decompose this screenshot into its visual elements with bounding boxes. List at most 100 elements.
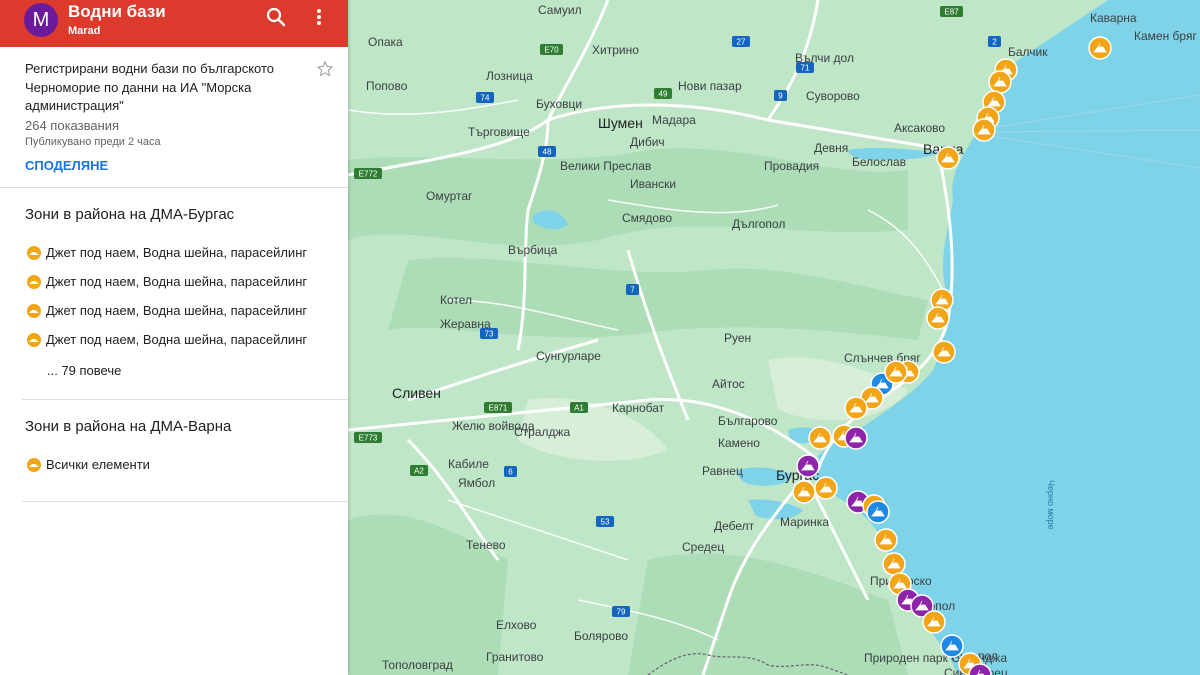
city-label: Балчик	[1008, 45, 1048, 59]
road-shield: A2	[410, 465, 428, 476]
layer-item-label: Джет под наем, Водна шейна, парасейлинг	[46, 303, 308, 318]
road-shield: 27	[732, 36, 750, 47]
city-label: Суворово	[806, 89, 860, 103]
city-label: Ивански	[630, 177, 676, 191]
google-my-maps-app: M Водни бази Marad Регистрирани водни ба…	[0, 0, 1200, 675]
jetski-icon	[27, 246, 41, 260]
star-icon[interactable]	[316, 60, 334, 78]
road-shield: E773	[354, 432, 382, 443]
svg-text:48: 48	[543, 148, 552, 157]
city-label: Руен	[724, 331, 751, 345]
svg-text:A2: A2	[414, 467, 424, 476]
city-label: Маринка	[780, 515, 829, 529]
city-label: Камено	[718, 436, 760, 450]
city-label: Буховци	[536, 97, 582, 111]
sea-label: Черно море	[1046, 480, 1056, 530]
city-label: Самуил	[538, 3, 582, 17]
city-label: Карнобат	[612, 401, 665, 415]
svg-text:E87: E87	[944, 8, 959, 17]
map-title: Водни бази	[68, 2, 166, 21]
more-items-link[interactable]: ... 79 повече	[47, 363, 121, 378]
svg-text:79: 79	[617, 608, 626, 617]
svg-text:7: 7	[630, 286, 635, 295]
map-marker[interactable]	[866, 500, 890, 524]
road-shield: 9	[774, 90, 787, 101]
road-shield: E87	[940, 6, 963, 17]
road-shield: 2	[988, 36, 1001, 47]
divider	[22, 501, 348, 502]
jetski-icon	[27, 458, 41, 472]
map-marker[interactable]	[844, 396, 868, 420]
map-marker[interactable]	[808, 426, 832, 450]
share-button[interactable]: СПОДЕЛЯНЕ	[25, 158, 108, 173]
road-shield: 7	[626, 284, 639, 295]
city-label: Върбица	[508, 243, 558, 257]
map-marker[interactable]	[792, 480, 816, 504]
city-label: Вълчи дол	[795, 51, 854, 65]
map-marker[interactable]	[988, 70, 1012, 94]
road-shield: 53	[596, 516, 614, 527]
svg-text:9: 9	[778, 92, 783, 101]
map-marker[interactable]	[884, 360, 908, 384]
road-shield: E871	[484, 402, 512, 413]
map-marker[interactable]	[844, 426, 868, 450]
city-label: Болярово	[574, 629, 628, 643]
city-label: Дибич	[630, 135, 665, 149]
layer-item-label: Джет под наем, Водна шейна, парасейлинг	[46, 332, 308, 347]
city-label: Гранитово	[486, 650, 544, 664]
city-label: Дебелт	[714, 519, 755, 533]
city-label: Ямбол	[458, 476, 495, 490]
legend-panel: M Водни бази Marad Регистрирани водни ба…	[0, 0, 348, 675]
city-label: Опака	[368, 35, 403, 49]
city-label: Котел	[440, 293, 472, 307]
city-label: Тенево	[466, 538, 506, 552]
map-marker[interactable]	[874, 528, 898, 552]
map-author: Marad	[68, 25, 101, 37]
layer-title-burgas[interactable]: Зони в района на ДМА-Бургас	[25, 206, 234, 223]
city-label: Каварна	[1090, 11, 1137, 25]
city-label: Нови пазар	[678, 79, 742, 93]
map-canvas[interactable]: E70 E87 E772 E773 E871 A1 A2 49 74 48 73 7 6 53 79 27 71…	[348, 0, 1200, 675]
city-label: Белослав	[852, 155, 906, 169]
more-options-icon[interactable]	[310, 6, 328, 30]
city-label: Велики Преслав	[560, 159, 651, 173]
map-marker[interactable]	[796, 454, 820, 478]
road-shield: E772	[354, 168, 382, 179]
map-marker[interactable]	[926, 306, 950, 330]
city-label: Българово	[718, 414, 778, 428]
map-marker[interactable]	[922, 610, 946, 634]
avatar[interactable]: M	[24, 3, 58, 37]
city-label: Айтос	[712, 377, 745, 391]
map-marker[interactable]	[882, 552, 906, 576]
map-marker[interactable]	[814, 476, 838, 500]
city-label: Стралджа	[514, 425, 571, 439]
map-marker[interactable]	[972, 118, 996, 142]
road-shield: 48	[538, 146, 556, 157]
map-description: Регистрирани водни бази по българското Ч…	[25, 61, 275, 113]
svg-text:E772: E772	[359, 170, 378, 179]
road-shield: 49	[654, 88, 672, 99]
svg-text:53: 53	[601, 518, 610, 527]
city-label: Търговище	[468, 125, 530, 139]
city-label: Средец	[682, 540, 724, 554]
map-marker[interactable]	[1088, 36, 1112, 60]
city-label: Камен бряг	[1134, 29, 1197, 43]
jetski-icon	[27, 275, 41, 289]
svg-text:74: 74	[481, 94, 490, 103]
map-marker[interactable]	[932, 340, 956, 364]
city-label: Смядово	[622, 211, 672, 225]
city-label: Хитрино	[592, 43, 639, 57]
layer-title-varna[interactable]: Зони в района на ДМА-Варна	[25, 418, 231, 435]
road-shield: 6	[504, 466, 517, 477]
view-count: 264 показвания	[25, 118, 120, 133]
svg-text:49: 49	[659, 90, 668, 99]
city-label: Лозница	[486, 69, 533, 83]
map-marker[interactable]	[936, 146, 960, 170]
svg-text:E70: E70	[544, 46, 559, 55]
divider	[0, 187, 348, 188]
svg-text:E871: E871	[489, 404, 508, 413]
map-marker[interactable]	[940, 634, 964, 658]
search-icon[interactable]	[265, 6, 287, 28]
city-label: Омуртаг	[426, 189, 473, 203]
jetski-icon	[27, 304, 41, 318]
